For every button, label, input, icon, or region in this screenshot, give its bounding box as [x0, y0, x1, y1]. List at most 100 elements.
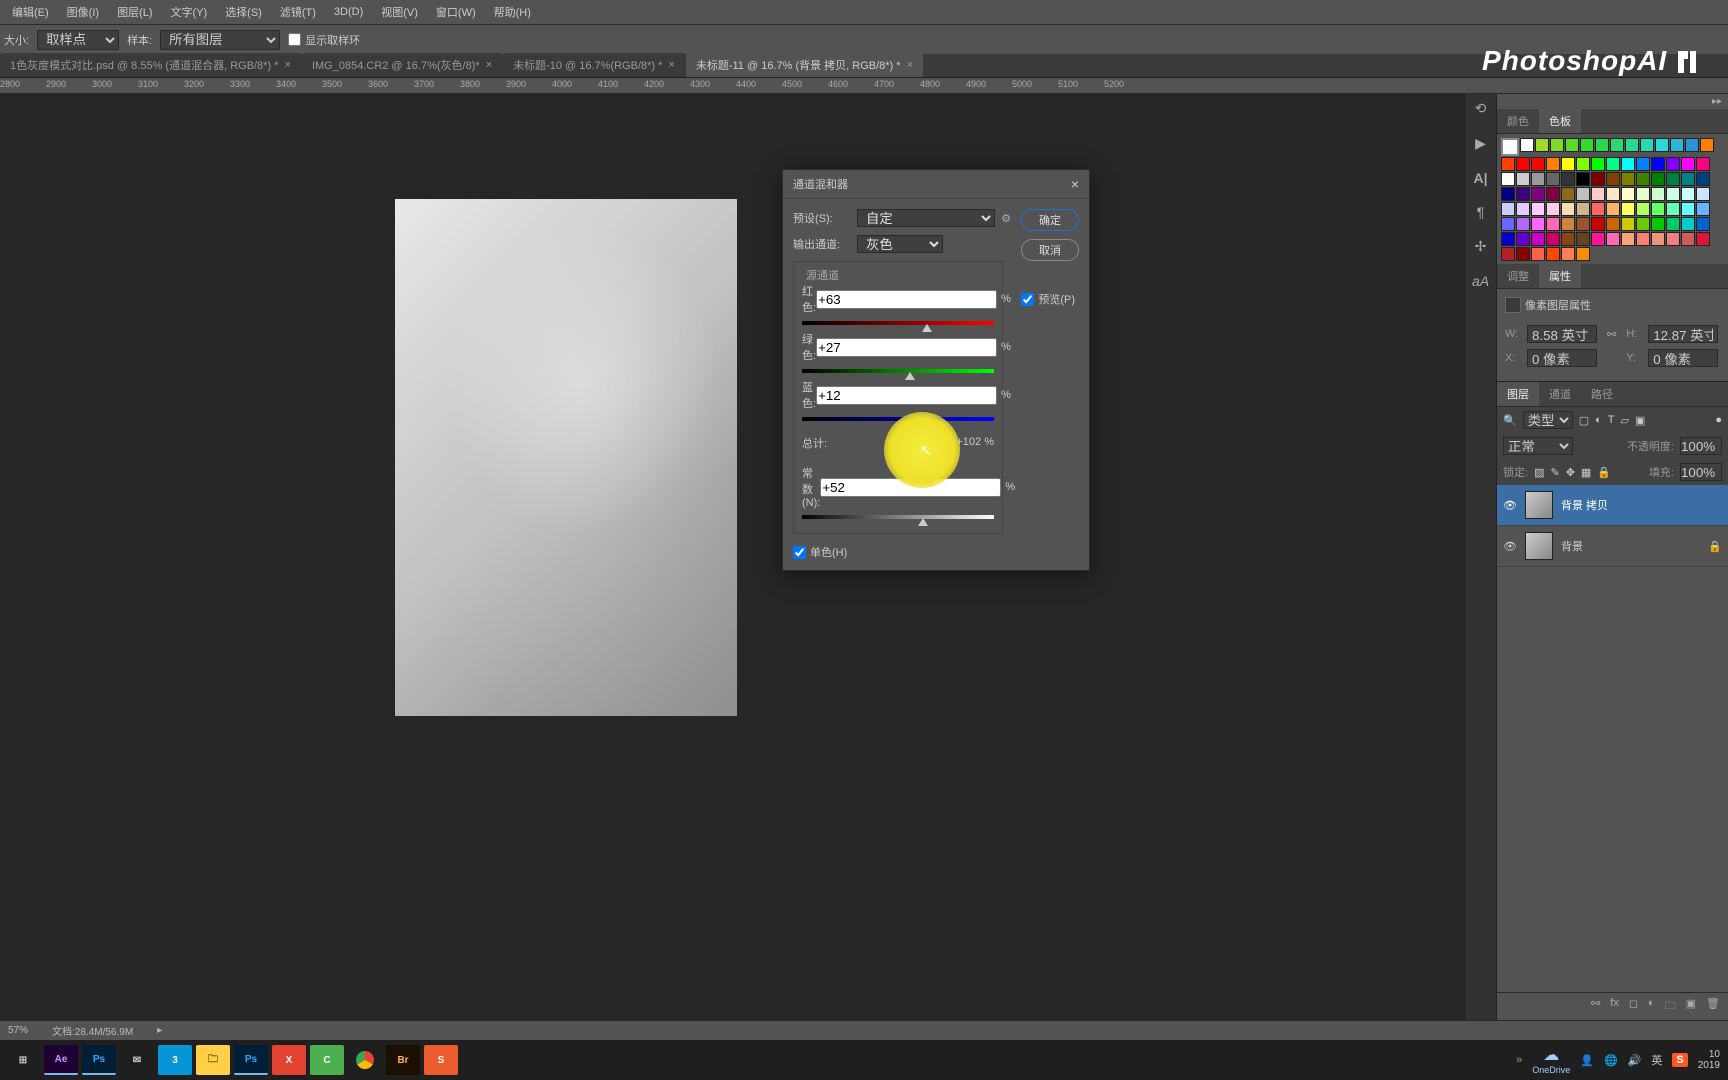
visibility-icon[interactable]: 👁: [1503, 540, 1517, 553]
color-swatch[interactable]: [1606, 202, 1620, 216]
color-swatch[interactable]: [1651, 217, 1665, 231]
preset-select[interactable]: 自定: [857, 209, 995, 227]
color-swatch[interactable]: [1621, 157, 1635, 171]
onedrive-icon[interactable]: ☁OneDrive: [1532, 1045, 1570, 1075]
bridge-icon[interactable]: Br: [386, 1045, 420, 1075]
filter-adjust-icon[interactable]: ◐: [1595, 414, 1602, 426]
fill-input[interactable]: [1680, 463, 1722, 481]
close-icon[interactable]: ×: [285, 59, 291, 71]
lock-artboard-icon[interactable]: ▦: [1581, 466, 1591, 479]
opacity-input[interactable]: [1680, 437, 1722, 455]
color-swatch[interactable]: [1546, 217, 1560, 231]
menu-select[interactable]: 选择(S): [217, 0, 270, 24]
color-swatch[interactable]: [1576, 172, 1590, 186]
visibility-icon[interactable]: 👁: [1503, 499, 1517, 512]
3dsmax-icon[interactable]: 3: [158, 1045, 192, 1075]
color-swatch[interactable]: [1531, 217, 1545, 231]
lock-all-icon[interactable]: 🔒: [1597, 466, 1611, 479]
sample-layers-select[interactable]: 所有图层: [160, 30, 280, 50]
menu-view[interactable]: 视图(V): [373, 0, 426, 24]
color-swatch[interactable]: [1546, 172, 1560, 186]
ime-icon[interactable]: 英: [1651, 1052, 1662, 1068]
color-swatch[interactable]: [1580, 138, 1594, 152]
link-icon[interactable]: ⚯: [1601, 328, 1622, 341]
color-swatch[interactable]: [1501, 247, 1515, 261]
color-swatch[interactable]: [1516, 187, 1530, 201]
color-swatch[interactable]: [1621, 217, 1635, 231]
color-swatch[interactable]: [1696, 232, 1710, 246]
tab-swatches[interactable]: 色板: [1539, 109, 1581, 133]
color-swatch[interactable]: [1561, 187, 1575, 201]
green-slider[interactable]: [802, 365, 994, 377]
mail-icon[interactable]: ✉: [120, 1045, 154, 1075]
lock-paint-icon[interactable]: ✎: [1550, 466, 1559, 479]
color-swatch[interactable]: [1576, 202, 1590, 216]
color-swatch[interactable]: [1516, 172, 1530, 186]
color-swatch[interactable]: [1606, 232, 1620, 246]
close-icon[interactable]: ×: [486, 59, 492, 71]
cancel-button[interactable]: 取消: [1021, 239, 1079, 261]
play-icon[interactable]: ▶: [1475, 135, 1486, 152]
blue-slider[interactable]: [802, 413, 994, 425]
color-swatch[interactable]: [1606, 172, 1620, 186]
color-swatch[interactable]: [1501, 187, 1515, 201]
color-swatch[interactable]: [1546, 232, 1560, 246]
xmind-icon[interactable]: X: [272, 1045, 306, 1075]
color-swatch[interactable]: [1591, 217, 1605, 231]
color-swatch[interactable]: [1621, 202, 1635, 216]
explorer-icon[interactable]: 🗀: [196, 1045, 230, 1075]
tab-layers[interactable]: 图层: [1497, 382, 1539, 406]
blend-mode-select[interactable]: 正常: [1503, 437, 1573, 455]
color-swatch[interactable]: [1681, 232, 1695, 246]
color-swatch[interactable]: [1681, 217, 1695, 231]
close-icon[interactable]: ×: [1071, 176, 1079, 192]
color-swatch[interactable]: [1685, 138, 1699, 152]
layer-thumbnail[interactable]: [1525, 491, 1553, 519]
constant-slider[interactable]: [802, 511, 994, 523]
filter-pixel-icon[interactable]: ▢: [1579, 414, 1589, 427]
menu-3d[interactable]: 3D(D): [326, 2, 371, 22]
color-swatch[interactable]: [1591, 172, 1605, 186]
lock-pos-icon[interactable]: ✥: [1566, 466, 1575, 479]
color-swatch[interactable]: [1655, 138, 1669, 152]
color-swatch[interactable]: [1666, 187, 1680, 201]
color-swatch[interactable]: [1670, 138, 1684, 152]
menu-filter[interactable]: 滤镜(T): [272, 0, 324, 24]
color-swatch[interactable]: [1696, 187, 1710, 201]
color-swatch[interactable]: [1606, 217, 1620, 231]
filter-type-icon[interactable]: T: [1608, 414, 1615, 426]
color-swatch[interactable]: [1501, 202, 1515, 216]
network-icon[interactable]: 🌐: [1604, 1054, 1618, 1067]
fx-icon[interactable]: fx: [1610, 997, 1619, 1016]
doc-tab-1[interactable]: IMG_0854.CR2 @ 16.7%(灰色/8)*×: [302, 53, 502, 77]
camtasia-icon[interactable]: C: [310, 1045, 344, 1075]
color-swatch[interactable]: [1696, 202, 1710, 216]
gear-icon[interactable]: ⚙: [1001, 212, 1011, 225]
color-swatch[interactable]: [1666, 217, 1680, 231]
color-swatch[interactable]: [1546, 247, 1560, 261]
color-swatch[interactable]: [1651, 172, 1665, 186]
color-swatch[interactable]: [1501, 157, 1515, 171]
color-swatch[interactable]: [1535, 138, 1549, 152]
color-swatch[interactable]: [1550, 138, 1564, 152]
color-swatch[interactable]: [1651, 187, 1665, 201]
volume-icon[interactable]: 🔊: [1628, 1054, 1642, 1067]
people-icon[interactable]: 👤: [1580, 1054, 1594, 1067]
layer-thumbnail[interactable]: [1525, 532, 1553, 560]
color-swatch[interactable]: [1546, 187, 1560, 201]
color-swatch[interactable]: [1681, 187, 1695, 201]
color-swatch[interactable]: [1591, 187, 1605, 201]
color-swatch[interactable]: [1516, 247, 1530, 261]
layer-name[interactable]: 背景 拷贝: [1561, 497, 1608, 513]
color-swatch[interactable]: [1666, 157, 1680, 171]
filter-smart-icon[interactable]: ▣: [1635, 414, 1645, 427]
photoshop2-icon[interactable]: Ps: [234, 1045, 268, 1075]
menu-help[interactable]: 帮助(H): [486, 0, 539, 24]
color-swatch[interactable]: [1640, 138, 1654, 152]
dialog-titlebar[interactable]: 通道混和器 ×: [783, 170, 1089, 199]
tab-channels[interactable]: 通道: [1539, 382, 1581, 406]
color-swatch[interactable]: [1610, 138, 1624, 152]
foreground-swatch[interactable]: [1501, 138, 1519, 156]
new-layer-icon[interactable]: ▣: [1686, 997, 1696, 1016]
color-swatch[interactable]: [1621, 187, 1635, 201]
